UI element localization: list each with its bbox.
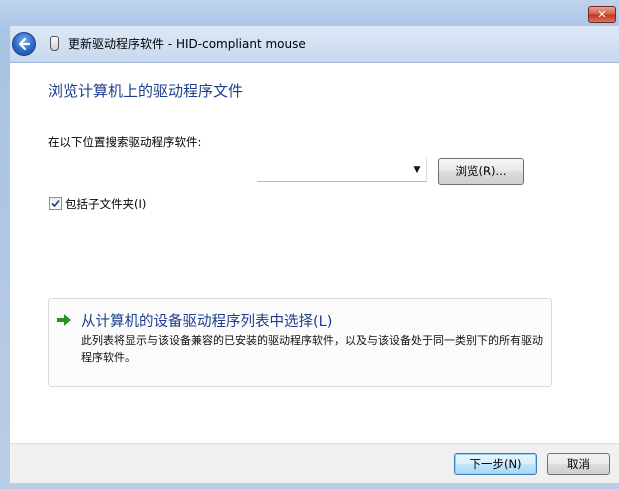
cancel-button[interactable]: 取消 — [547, 453, 610, 475]
back-button[interactable] — [12, 32, 36, 56]
next-button[interactable]: 下一步(N) — [454, 453, 537, 475]
search-location-label: 在以下位置搜索驱动程序软件: — [48, 135, 202, 149]
path-combobox[interactable] — [257, 158, 427, 182]
back-arrow-icon — [18, 37, 31, 51]
include-subfolders-checkbox[interactable] — [49, 197, 62, 210]
checkmark-icon — [51, 199, 60, 208]
chevron-down-icon[interactable]: ▼ — [410, 162, 424, 178]
choose-from-list-link[interactable]: 从计算机的设备驱动程序列表中选择(L) — [81, 310, 332, 331]
page-heading: 浏览计算机上的驱动程序文件 — [48, 82, 244, 100]
green-arrow-icon — [57, 314, 71, 326]
choose-from-list-description: 此列表将显示与该设备兼容的已安装的驱动程序软件，以及与该设备处于同一类别下的所有… — [81, 334, 543, 364]
close-button[interactable]: ✕ — [588, 6, 616, 23]
window-title: 更新驱动程序软件 - HID-compliant mouse — [68, 37, 306, 51]
mouse-icon — [50, 36, 59, 51]
include-subfolders-label[interactable]: 包括子文件夹(I) — [65, 196, 146, 212]
browse-button[interactable]: 浏览(R)... — [438, 158, 524, 185]
